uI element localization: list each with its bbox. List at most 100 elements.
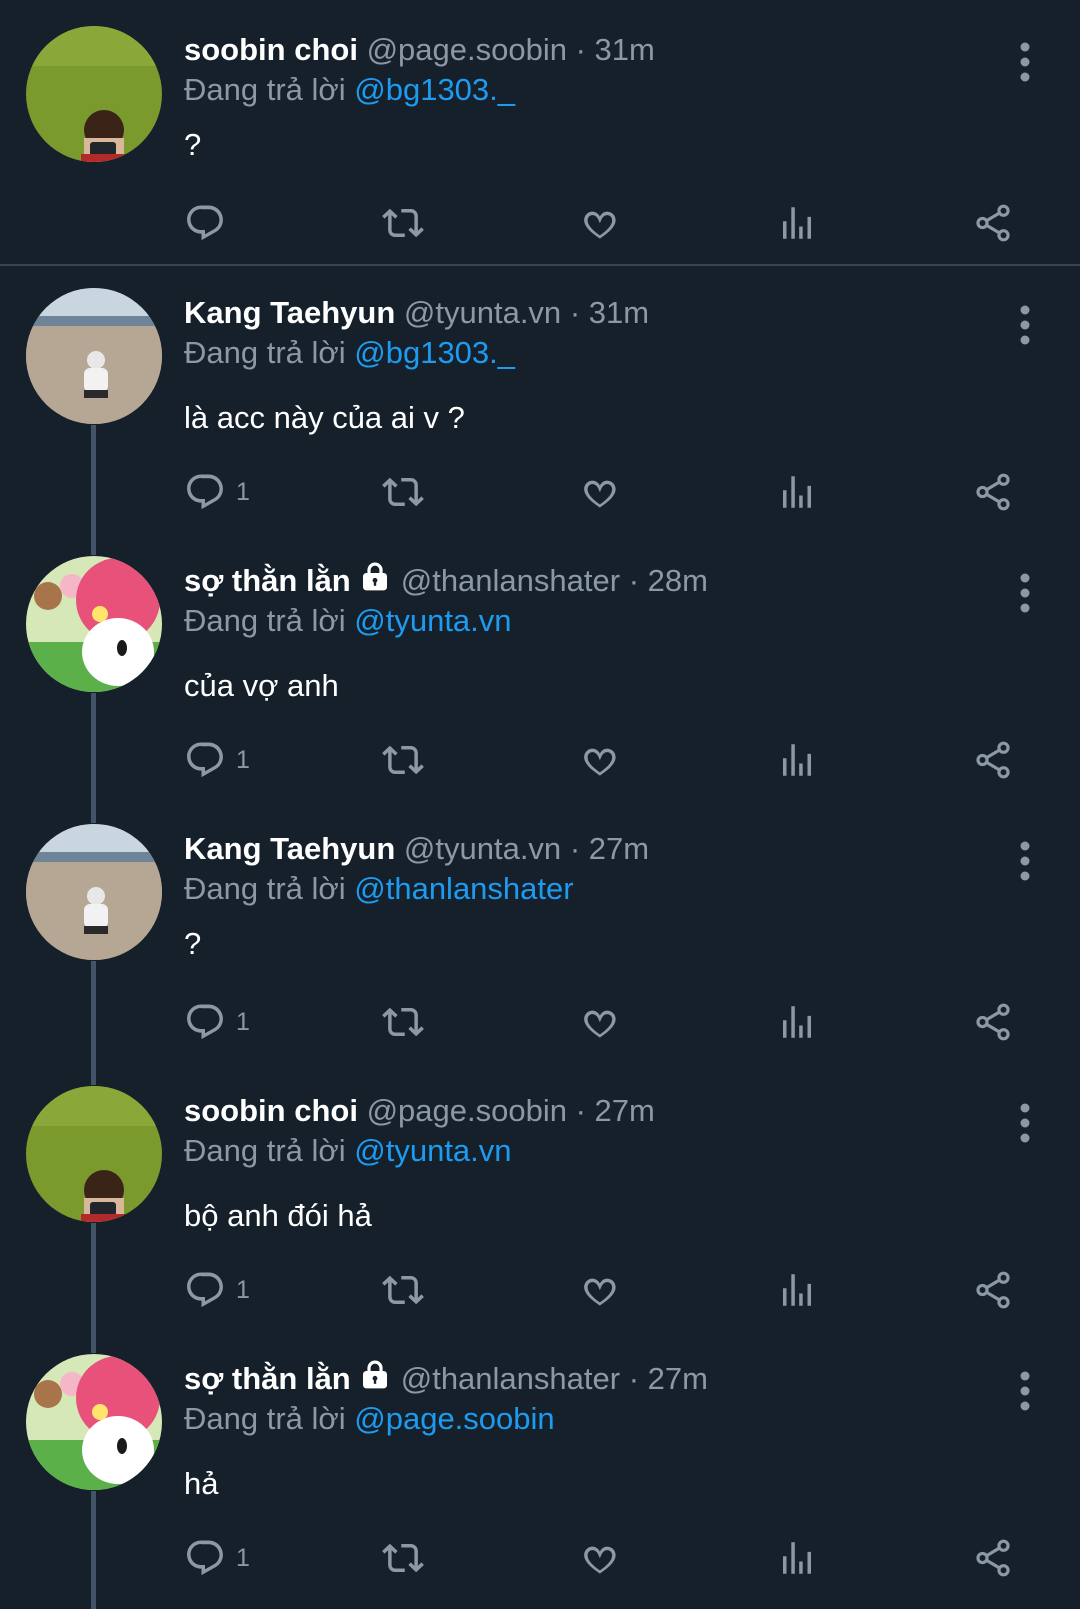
reply-icon	[187, 1004, 223, 1040]
views-icon	[783, 1006, 811, 1038]
display-name[interactable]: soobin choi	[184, 1093, 358, 1128]
views-button[interactable]	[776, 1265, 818, 1315]
avatar-image	[26, 556, 162, 692]
more-vertical-icon	[1020, 42, 1030, 82]
more-options-button[interactable]	[1010, 839, 1040, 883]
timestamp[interactable]: · 27m	[629, 1361, 708, 1396]
tweet[interactable]: soobin choi @page.soobin · 27m Đang trả …	[0, 1081, 1080, 1343]
avatar[interactable]	[26, 1086, 162, 1222]
display-name[interactable]: sợ thằn lằn	[184, 563, 351, 598]
retweet-icon	[382, 208, 424, 238]
share-button[interactable]	[972, 997, 1014, 1047]
username[interactable]: @thanlanshater	[401, 563, 620, 598]
timestamp[interactable]: · 31m	[576, 32, 655, 67]
reply-button[interactable]: 1	[184, 1265, 250, 1315]
timestamp[interactable]: · 27m	[576, 1093, 655, 1128]
like-button[interactable]	[578, 467, 620, 517]
share-icon	[976, 1271, 1010, 1309]
timestamp[interactable]: · 28m	[629, 563, 708, 598]
display-name[interactable]: sợ thằn lằn	[184, 1361, 351, 1396]
reply-mention[interactable]: @thanlanshater	[354, 871, 573, 906]
like-button[interactable]	[578, 735, 620, 785]
reply-count: 1	[236, 1543, 250, 1572]
retweet-icon	[382, 1543, 424, 1573]
avatar-image	[26, 824, 162, 960]
like-button[interactable]	[578, 198, 620, 248]
tweet-text: là acc này của ai v ?	[184, 400, 465, 435]
share-button[interactable]	[972, 198, 1014, 248]
username[interactable]: @tyunta.vn	[404, 295, 561, 330]
display-name[interactable]: Kang Taehyun	[184, 831, 395, 866]
tweet[interactable]: sợ thằn lằn @thanlanshater · 28m Đang trả…	[0, 551, 1080, 813]
display-name[interactable]: soobin choi	[184, 32, 358, 67]
retweet-button[interactable]	[380, 198, 426, 248]
username[interactable]: @tyunta.vn	[404, 831, 561, 866]
retweet-button[interactable]	[380, 1533, 426, 1583]
reply-icon	[187, 474, 223, 510]
display-name[interactable]: Kang Taehyun	[184, 295, 395, 330]
reply-button[interactable]: 1	[184, 997, 250, 1047]
tweet[interactable]: Kang Taehyun @tyunta.vn · 27m Đang trả l…	[0, 819, 1080, 1075]
reply-button[interactable]: 1	[184, 735, 250, 785]
views-button[interactable]	[776, 198, 818, 248]
reply-prefix: Đang trả lời	[184, 1133, 346, 1168]
more-options-button[interactable]	[1010, 1101, 1040, 1145]
tweet-text: ?	[184, 926, 202, 961]
reply-prefix: Đang trả lời	[184, 871, 346, 906]
reply-button[interactable]	[184, 198, 236, 248]
views-button[interactable]	[776, 997, 818, 1047]
avatar[interactable]	[26, 824, 162, 960]
views-button[interactable]	[776, 467, 818, 517]
lock-icon	[362, 1360, 387, 1389]
username[interactable]: @page.soobin	[367, 1093, 567, 1128]
heart-icon	[584, 480, 616, 508]
avatar-image	[26, 26, 162, 162]
retweet-icon	[382, 477, 424, 507]
tweet[interactable]: soobin choi @page.soobin · 31m Đang trả …	[0, 20, 1080, 260]
like-button[interactable]	[578, 1533, 620, 1583]
avatar[interactable]	[26, 288, 162, 424]
more-options-button[interactable]	[1010, 303, 1040, 347]
tweet[interactable]: Kang Taehyun @tyunta.vn · 31m Đang trả l…	[0, 283, 1080, 545]
username[interactable]: @thanlanshater	[401, 1361, 620, 1396]
reply-count: 1	[236, 1007, 250, 1036]
avatar[interactable]	[26, 556, 162, 692]
reply-mention[interactable]: @tyunta.vn	[354, 1133, 511, 1168]
share-icon	[976, 741, 1010, 779]
share-button[interactable]	[972, 467, 1014, 517]
avatar-image	[26, 1354, 162, 1490]
retweet-button[interactable]	[380, 467, 426, 517]
retweet-button[interactable]	[380, 735, 426, 785]
like-button[interactable]	[578, 1265, 620, 1315]
more-options-button[interactable]	[1010, 40, 1040, 84]
reply-prefix: Đang trả lời	[184, 72, 346, 107]
username[interactable]: @page.soobin	[367, 32, 567, 67]
reply-mention[interactable]: @tyunta.vn	[354, 603, 511, 638]
reply-mention[interactable]: @bg1303._	[354, 72, 515, 107]
retweet-button[interactable]	[380, 997, 426, 1047]
more-options-button[interactable]	[1010, 1369, 1040, 1413]
reply-button[interactable]: 1	[184, 467, 250, 517]
tweet[interactable]: sợ thằn lằn @thanlanshater · 27m Đang trả…	[0, 1349, 1080, 1609]
retweet-icon	[382, 1007, 424, 1037]
timestamp[interactable]: · 27m	[570, 831, 649, 866]
views-button[interactable]	[776, 735, 818, 785]
share-button[interactable]	[972, 1533, 1014, 1583]
more-options-button[interactable]	[1010, 571, 1040, 615]
share-button[interactable]	[972, 1265, 1014, 1315]
avatar[interactable]	[26, 26, 162, 162]
reply-prefix: Đang trả lời	[184, 1401, 346, 1436]
reply-mention[interactable]: @bg1303._	[354, 335, 515, 370]
retweet-button[interactable]	[380, 1265, 426, 1315]
share-button[interactable]	[972, 735, 1014, 785]
avatar[interactable]	[26, 1354, 162, 1490]
heart-icon	[584, 748, 616, 776]
heart-icon	[584, 1546, 616, 1574]
share-icon	[976, 1539, 1010, 1577]
views-button[interactable]	[776, 1533, 818, 1583]
timestamp[interactable]: · 31m	[570, 295, 649, 330]
reply-mention[interactable]: @page.soobin	[354, 1401, 554, 1436]
more-vertical-icon	[1020, 841, 1030, 881]
reply-button[interactable]: 1	[184, 1533, 250, 1583]
like-button[interactable]	[578, 997, 620, 1047]
